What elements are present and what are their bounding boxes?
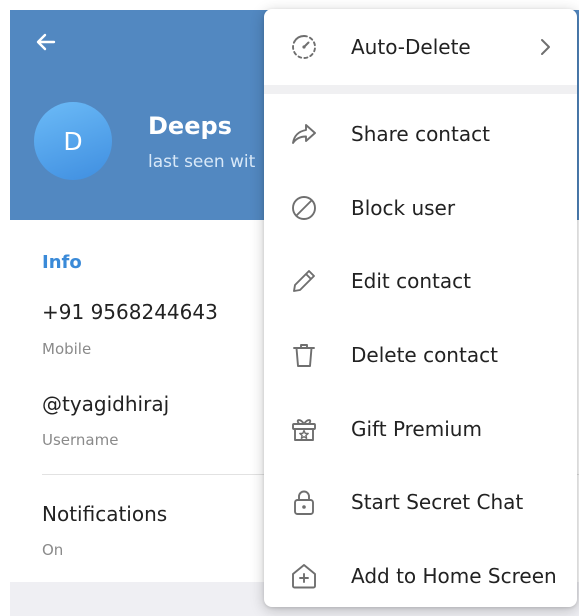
chevron-right-icon: [536, 35, 556, 59]
phone-number[interactable]: +91 9568244643: [42, 300, 218, 324]
pencil-icon: [288, 265, 320, 297]
notifications-title[interactable]: Notifications: [42, 502, 167, 526]
menu-item-share-contact[interactable]: Share contact: [264, 104, 577, 164]
gift-icon: [288, 413, 320, 445]
menu-item-label: Share contact: [351, 122, 490, 146]
contact-name: Deeps: [148, 112, 232, 140]
menu-item-label: Gift Premium: [351, 417, 482, 441]
timer-icon: [288, 31, 320, 63]
share-icon: [288, 118, 320, 150]
menu-item-delete-contact[interactable]: Delete contact: [264, 325, 577, 385]
trash-icon: [288, 339, 320, 371]
back-button[interactable]: [30, 26, 62, 58]
menu-item-label: Start Secret Chat: [351, 490, 524, 514]
avatar[interactable]: D: [34, 102, 112, 180]
notifications-state: On: [42, 541, 64, 559]
menu-item-add-to-home-screen[interactable]: Add to Home Screen: [264, 546, 577, 606]
last-seen-status: last seen wit: [148, 152, 256, 172]
menu-item-edit-contact[interactable]: Edit contact: [264, 251, 577, 311]
menu-item-label: Add to Home Screen: [351, 564, 557, 588]
menu-item-gift-premium[interactable]: Gift Premium: [264, 399, 577, 459]
add-home-icon: [288, 560, 320, 592]
phone-label: Mobile: [42, 340, 92, 358]
arrow-left-icon: [36, 33, 56, 51]
menu-separator: [264, 85, 577, 94]
block-icon: [288, 192, 320, 224]
overflow-menu: Auto-Delete Share contact Block user Edi…: [264, 9, 577, 607]
info-section-title: Info: [42, 252, 82, 273]
menu-item-block-user[interactable]: Block user: [264, 178, 577, 238]
menu-item-label: Delete contact: [351, 343, 498, 367]
username-label: Username: [42, 431, 119, 449]
menu-item-label: Block user: [351, 196, 456, 220]
username-value[interactable]: @tyagidhiraj: [42, 392, 169, 416]
menu-item-label: Auto-Delete: [351, 35, 471, 59]
menu-item-auto-delete[interactable]: Auto-Delete: [264, 17, 577, 77]
lock-icon: [288, 486, 320, 518]
menu-item-start-secret-chat[interactable]: Start Secret Chat: [264, 472, 577, 532]
menu-item-label: Edit contact: [351, 269, 471, 293]
